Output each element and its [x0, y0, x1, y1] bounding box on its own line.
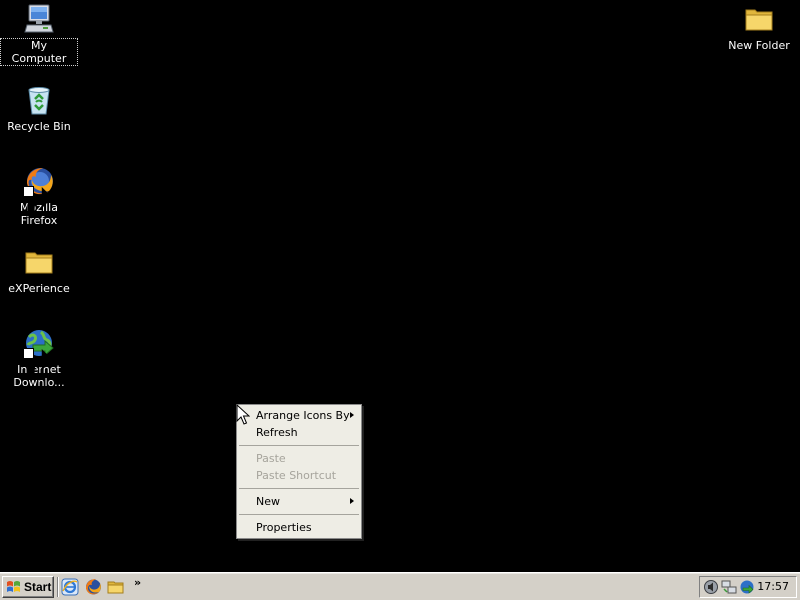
- mouse-pointer-icon: [236, 404, 250, 425]
- menu-separator: [239, 445, 359, 446]
- menu-item-label: Paste: [256, 452, 286, 465]
- menu-separator: [239, 488, 359, 489]
- firefox-icon: [23, 165, 55, 216]
- start-button[interactable]: Start: [2, 576, 54, 598]
- start-label: Start: [24, 580, 52, 594]
- menu-item-label: Refresh: [256, 426, 298, 439]
- folder-icon: [23, 246, 55, 278]
- quick-launch-chevron[interactable]: »: [134, 576, 141, 589]
- taskbar: Start » 17:57: [0, 572, 800, 600]
- menu-separator: [239, 514, 359, 515]
- menu-item-paste: Paste: [238, 450, 360, 467]
- desktop-icon-label: Recycle Bin: [7, 120, 71, 133]
- system-clock[interactable]: 17:57: [757, 580, 789, 593]
- menu-item-properties[interactable]: Properties: [238, 519, 360, 536]
- menu-item-refresh[interactable]: Refresh: [238, 424, 360, 441]
- windows-logo-icon: [7, 581, 20, 592]
- internet-download-manager-icon: [23, 327, 55, 378]
- menu-item-label: New: [256, 495, 280, 508]
- shortcut-arrow-icon: [23, 348, 53, 378]
- download-manager-icon[interactable]: [739, 579, 755, 595]
- desktop-icon-label: My Computer: [0, 38, 78, 66]
- desktop-icon-new-folder[interactable]: New Folder: [721, 3, 797, 52]
- folder-icon: [743, 3, 775, 35]
- network-icon[interactable]: [721, 579, 737, 595]
- menu-item-label: Arrange Icons By: [256, 409, 350, 422]
- quick-launch-separator: [57, 577, 59, 597]
- desktop-icon-mozilla-firefox[interactable]: Mozilla Firefox: [1, 165, 77, 227]
- desktop-icon-label: New Folder: [728, 39, 790, 52]
- system-tray: 17:57: [699, 576, 797, 598]
- desktop-icon-recycle-bin[interactable]: Recycle Bin: [1, 84, 77, 133]
- internet-explorer-icon[interactable]: [61, 578, 79, 596]
- menu-item-label: Properties: [256, 521, 312, 534]
- my-computer-icon: [23, 3, 55, 35]
- desktop-context-menu: Arrange Icons By Refresh Paste Paste Sho…: [236, 404, 362, 539]
- desktop-icon-label: eXPerience: [8, 282, 70, 295]
- submenu-arrow-icon: [350, 498, 354, 504]
- menu-item-new[interactable]: New: [238, 493, 360, 510]
- desktop-icon-internet-download-manager[interactable]: Internet Downlo...: [1, 327, 77, 389]
- desktop-icon-experience-folder[interactable]: eXPerience: [1, 246, 77, 295]
- menu-item-label: Paste Shortcut: [256, 469, 337, 482]
- desktop-icon-my-computer[interactable]: My Computer: [0, 3, 78, 66]
- submenu-arrow-icon: [350, 412, 354, 418]
- menu-item-arrange-icons-by[interactable]: Arrange Icons By: [238, 407, 360, 424]
- folder-icon[interactable]: [107, 578, 125, 596]
- shortcut-arrow-icon: [23, 186, 53, 216]
- recycle-bin-icon: [23, 84, 55, 116]
- volume-icon[interactable]: [703, 579, 719, 595]
- menu-item-paste-shortcut: Paste Shortcut: [238, 467, 360, 484]
- firefox-icon[interactable]: [84, 578, 102, 596]
